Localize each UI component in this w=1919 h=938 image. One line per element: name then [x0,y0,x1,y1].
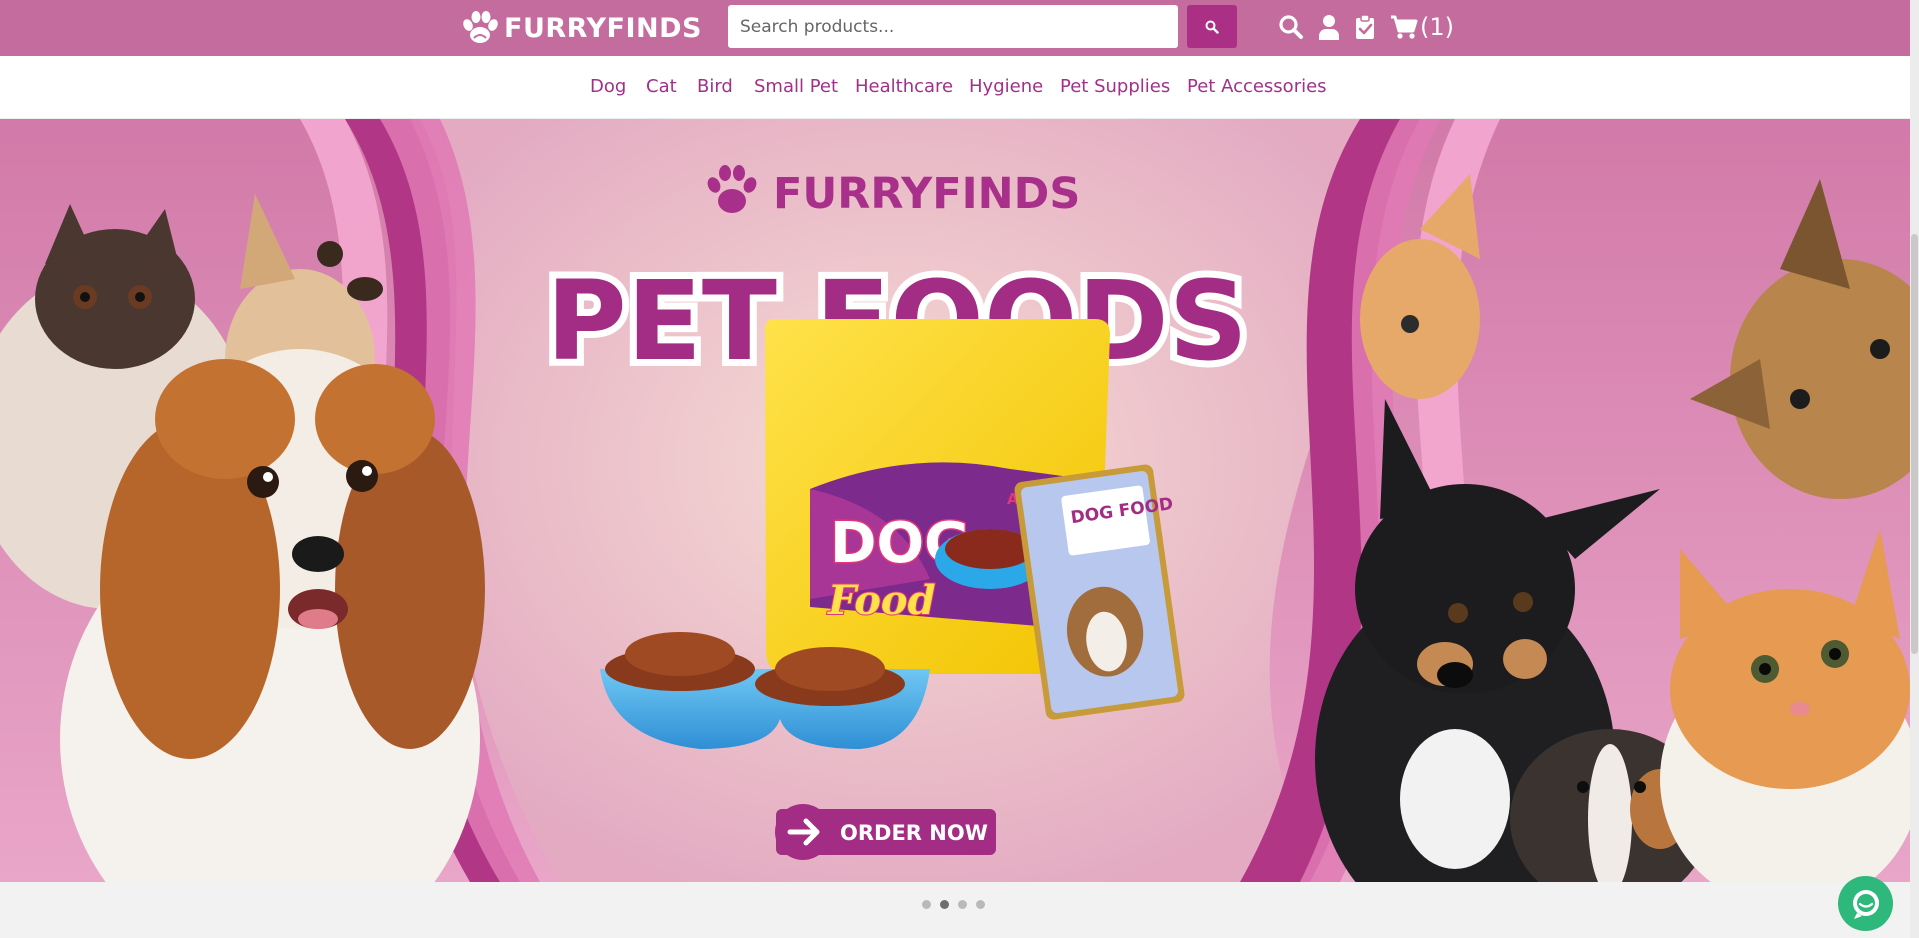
top-bar: FURRYFINDS (1) [0,0,1919,56]
site-logo[interactable]: FURRYFINDS [460,8,702,48]
search-input[interactable] [728,5,1178,48]
search-icon [1205,20,1219,34]
nav-item-pet-accessories[interactable]: Pet Accessories [1187,76,1327,97]
nav-item-dog[interactable]: Dog [590,76,626,97]
user-icon [1319,15,1339,40]
cart-count: (1) [1420,13,1454,41]
nav-item-healthcare[interactable]: Healthcare [855,76,953,97]
paw-icon [463,11,498,43]
cart-button[interactable]: (1) [1390,12,1454,42]
hero-banner[interactable]: FURRYFINDS PET FOODS DOG Food AD [0,119,1910,882]
bag-label-food: Food [827,577,936,624]
category-nav: Dog Cat Bird Small Pet Healthcare Hygien… [0,56,1910,119]
nav-item-hygiene[interactable]: Hygiene [969,76,1043,97]
order-now-label: ORDER NOW [840,821,988,845]
cart-icon [1391,15,1418,39]
carousel-dot-4[interactable] [976,900,985,909]
search-button[interactable] [1187,5,1237,48]
order-now-banner-button: ORDER NOW [775,804,996,860]
header-search-button[interactable] [1278,12,1304,42]
carousel-indicators [922,900,985,909]
carousel-dot-2[interactable] [940,900,949,909]
chat-bubble-icon [1852,889,1879,919]
logo-text: FURRYFINDS [504,12,702,44]
scrollbar-thumb[interactable] [1911,234,1918,654]
clipboard-check-icon [1356,14,1374,39]
carousel-dot-3[interactable] [958,900,967,909]
account-button[interactable] [1318,12,1340,42]
search-icon [1279,15,1303,39]
chat-button[interactable] [1838,876,1893,931]
hero-artwork: FURRYFINDS PET FOODS DOG Food AD [0,119,1910,882]
nav-item-small-pet[interactable]: Small Pet [754,76,838,97]
hero-logo-text: FURRYFINDS [773,169,1080,219]
nav-item-cat[interactable]: Cat [646,76,677,97]
nav-item-bird[interactable]: Bird [697,76,733,97]
nav-item-pet-supplies[interactable]: Pet Supplies [1060,76,1170,97]
carousel-dot-1[interactable] [922,900,931,909]
orders-button[interactable] [1355,12,1375,42]
